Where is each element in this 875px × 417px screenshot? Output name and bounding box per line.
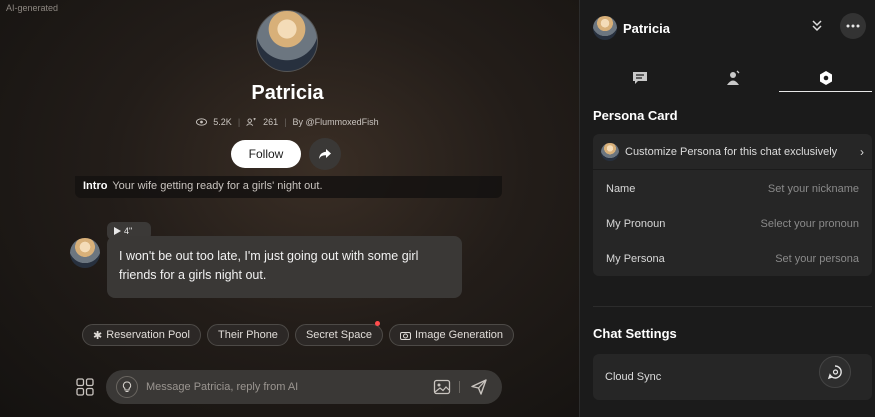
chip-label: Reservation Pool <box>106 329 190 341</box>
chevron-right-icon: › <box>860 144 864 159</box>
ai-generated-badge: AI-generated <box>6 3 59 13</box>
send-icon[interactable] <box>470 378 488 396</box>
intro-banner: Intro Your wife getting ready for a girl… <box>75 176 502 198</box>
persona-avatar[interactable] <box>256 10 318 72</box>
side-panel: Patricia Persona Card Customize Persona … <box>579 0 875 417</box>
chip-label: Their Phone <box>218 329 278 341</box>
row-value: Select your pronoun <box>760 217 859 230</box>
row-label: Name <box>606 182 636 195</box>
chip-reservation-pool[interactable]: ✱ Reservation Pool <box>82 324 201 346</box>
stats-divider: | <box>237 117 241 127</box>
side-tabs <box>593 64 872 92</box>
views-count: 5.2K <box>213 117 232 127</box>
chat-search-icon <box>827 365 842 380</box>
customize-persona-button[interactable]: Customize Persona for this chat exclusiv… <box>593 134 872 170</box>
persona-card-title: Persona Card <box>593 108 678 123</box>
chat-pane: AI-generated Patricia 5.2K | 261 | By @F… <box>0 0 579 417</box>
message-input[interactable] <box>146 381 433 393</box>
apps-grid-icon[interactable] <box>76 378 94 396</box>
chip-label: Secret Space <box>305 329 372 341</box>
chip-secret-space[interactable]: Secret Space <box>294 321 383 346</box>
chat-bubble-icon <box>632 71 647 84</box>
chip-image-generation[interactable]: Image Generation <box>388 324 515 346</box>
sparkle-icon: ✱ <box>93 329 103 342</box>
audio-duration: 4" <box>124 226 133 236</box>
message-bubble: I won't be out too late, I'm just going … <box>107 236 462 298</box>
row-label: My Pronoun <box>606 217 666 230</box>
mini-avatar <box>601 142 619 161</box>
tab-profile[interactable] <box>686 64 779 92</box>
share-icon <box>319 149 331 159</box>
double-chevron-down-icon[interactable] <box>809 18 825 34</box>
follow-button[interactable]: Follow <box>231 140 301 168</box>
users-icon <box>246 118 257 126</box>
composer-divider <box>459 381 460 393</box>
stats-divider: | <box>284 117 287 127</box>
settings-hexagon-icon <box>819 70 832 85</box>
customize-persona-label: Customize Persona for this chat exclusiv… <box>625 145 838 158</box>
notification-dot <box>374 321 380 326</box>
more-dots-icon <box>846 24 860 28</box>
followers-count: 261 <box>263 117 279 127</box>
side-avatar[interactable] <box>593 16 617 40</box>
side-panel-header: Patricia <box>580 0 875 56</box>
share-button[interactable] <box>309 138 341 170</box>
eye-icon <box>196 118 208 126</box>
row-label: My Persona <box>606 252 665 265</box>
cloud-sync-label: Cloud Sync <box>605 371 662 383</box>
quick-actions: ✱ Reservation Pool Their Phone Secret Sp… <box>82 321 515 346</box>
row-name[interactable]: Name Set your nickname <box>593 171 872 206</box>
chat-settings-title: Chat Settings <box>593 326 677 341</box>
tab-chat[interactable] <box>593 64 686 92</box>
row-pronoun[interactable]: My Pronoun Select your pronoun <box>593 206 872 241</box>
suggestion-button[interactable] <box>116 376 138 398</box>
more-options-button[interactable] <box>840 13 866 39</box>
play-icon <box>114 227 121 235</box>
row-value: Set your persona <box>775 252 859 265</box>
author-link[interactable]: By @FlummoxedFish <box>293 117 379 127</box>
camera-icon <box>399 331 411 340</box>
message-avatar[interactable] <box>70 238 100 268</box>
message-composer <box>106 370 502 404</box>
section-divider <box>593 306 872 307</box>
side-persona-name: Patricia <box>623 21 670 36</box>
persona-card: Customize Persona for this chat exclusiv… <box>593 134 872 276</box>
tab-settings[interactable] <box>779 64 872 92</box>
image-upload-icon[interactable] <box>433 378 451 396</box>
lightbulb-icon <box>122 381 132 392</box>
persona-icon <box>726 70 739 85</box>
chip-label: Image Generation <box>414 329 504 341</box>
persona-stats: 5.2K | 261 | By @FlummoxedFish <box>0 117 575 127</box>
row-value: Set your nickname <box>767 182 859 195</box>
feedback-button[interactable] <box>819 356 851 388</box>
persona-name: Patricia <box>251 82 324 104</box>
intro-label: Intro <box>83 180 108 192</box>
row-persona[interactable]: My Persona Set your persona <box>593 241 872 276</box>
chip-their-phone[interactable]: Their Phone <box>207 324 289 346</box>
intro-text: Your wife getting ready for a girls' nig… <box>112 180 323 192</box>
